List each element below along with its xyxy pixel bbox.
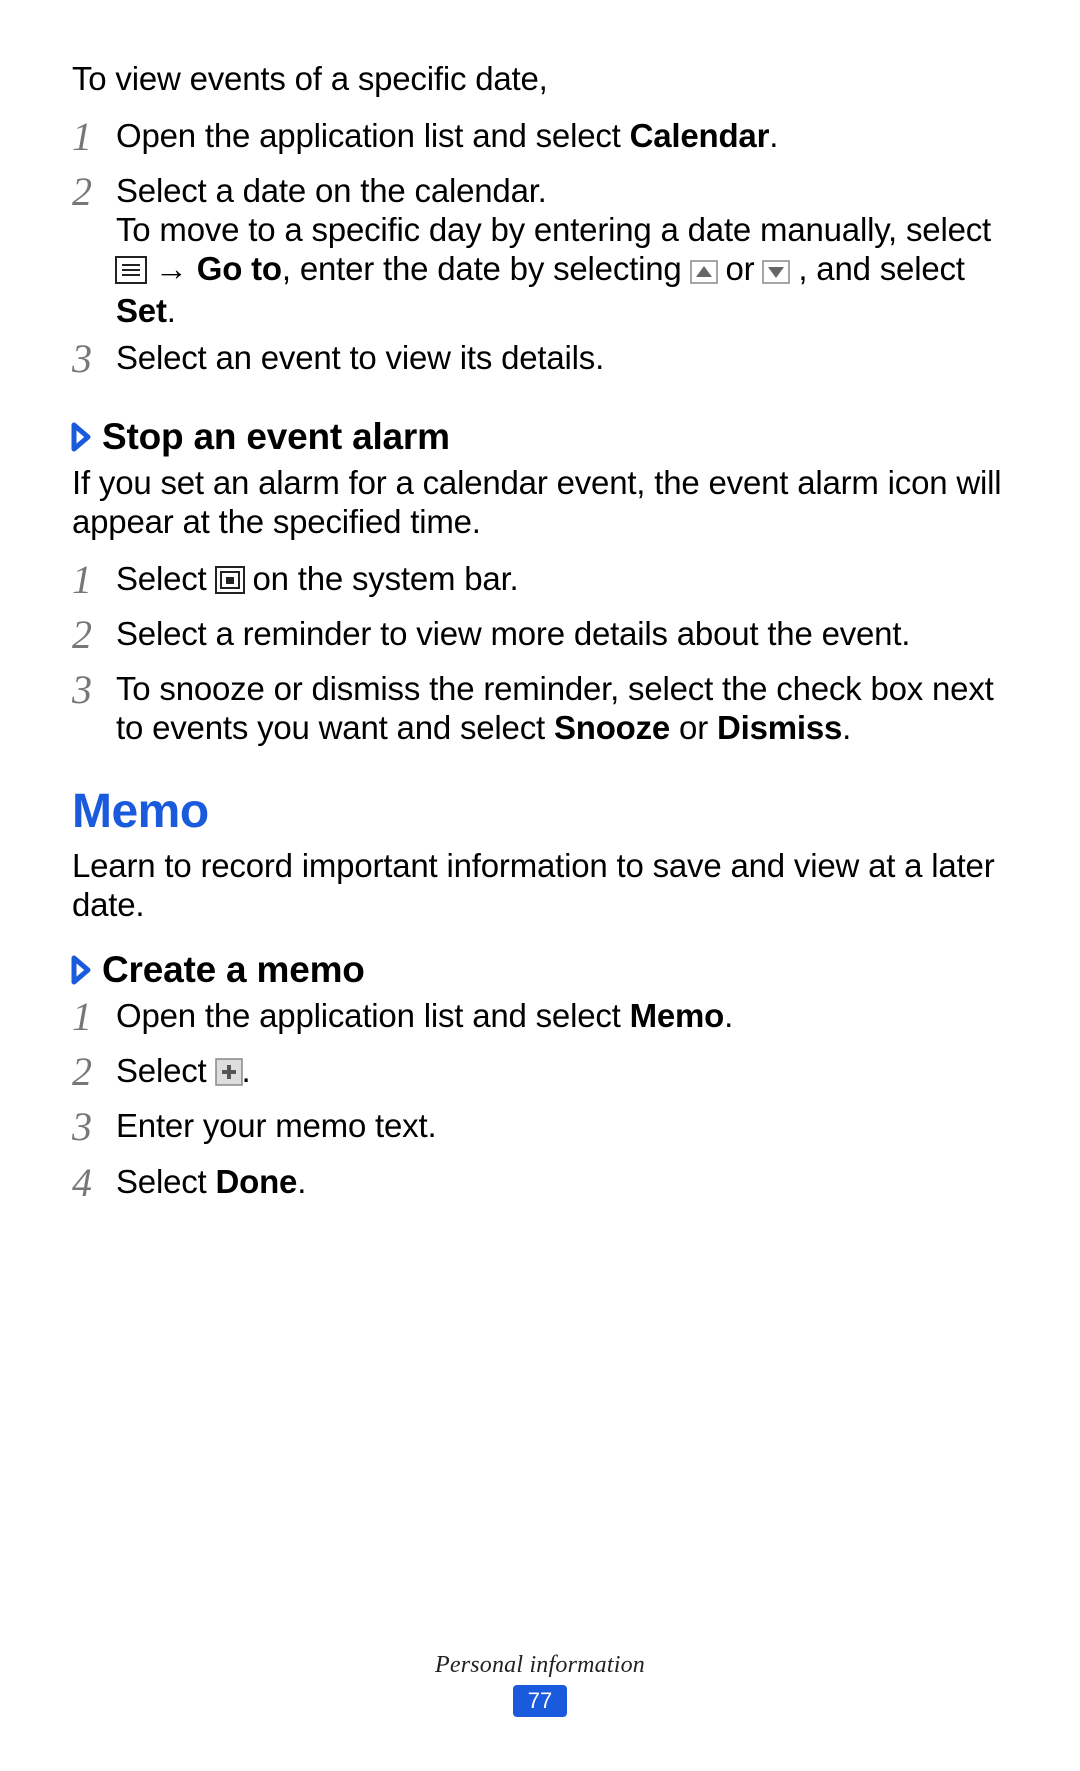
text: , enter the date by selecting — [282, 250, 691, 287]
step-number: 4 — [72, 1159, 116, 1206]
steps-view-events: 1 Open the application list and select C… — [72, 117, 1008, 386]
section-description: Learn to record important information to… — [72, 847, 1008, 925]
section-title-memo: Memo — [72, 784, 1008, 839]
text: Open the application list and select — [116, 117, 630, 154]
steps-create-memo: 1 Open the application list and select M… — [72, 997, 1008, 1210]
bold-set: Set — [116, 292, 167, 329]
arrow-down-icon — [763, 253, 789, 292]
step-3: 3 Enter your memo text. — [72, 1107, 1008, 1154]
step-3: 3 Select an event to view its details. — [72, 339, 1008, 386]
text: . — [842, 709, 851, 746]
chevron-icon — [72, 423, 92, 451]
subheading-stop-alarm: Stop an event alarm — [72, 416, 1008, 458]
text: . — [769, 117, 778, 154]
step-body: Select . — [116, 1052, 1008, 1094]
plus-icon — [216, 1055, 242, 1094]
step-1: 1 Open the application list and select M… — [72, 997, 1008, 1044]
step-body: Open the application list and select Cal… — [116, 117, 1008, 156]
text: . — [167, 292, 176, 329]
bold-snooze: Snooze — [554, 709, 670, 746]
text: or — [717, 250, 764, 287]
step-3: 3 To snooze or dismiss the reminder, sel… — [72, 670, 1008, 748]
chevron-icon — [72, 956, 92, 984]
subheading-description: If you set an alarm for a calendar event… — [72, 464, 1008, 542]
step-body: Select a reminder to view more details a… — [116, 615, 1008, 654]
step-number: 1 — [72, 113, 116, 160]
text: Select — [116, 1163, 216, 1200]
step-number: 2 — [72, 611, 116, 658]
step-number: 3 — [72, 666, 116, 713]
text: on the system bar. — [244, 560, 519, 597]
intro-text: To view events of a specific date, — [72, 60, 1008, 99]
bold-calendar: Calendar — [630, 117, 770, 154]
manual-page: To view events of a specific date, 1 Ope… — [0, 0, 1080, 1771]
bold-goto: Go to — [197, 250, 282, 287]
step-number: 2 — [72, 1048, 116, 1095]
arrow-up-icon — [691, 253, 717, 292]
step-2: 2 Select . — [72, 1052, 1008, 1099]
subheading-label: Stop an event alarm — [102, 416, 450, 458]
step-number: 3 — [72, 1103, 116, 1150]
step-number: 2 — [72, 168, 116, 215]
bold-memo: Memo — [630, 997, 725, 1034]
bold-done: Done — [216, 1163, 298, 1200]
text: or — [670, 709, 717, 746]
step-body: Enter your memo text. — [116, 1107, 1008, 1146]
calendar-notification-icon — [216, 563, 244, 602]
step-1: 1 Select on the system bar. — [72, 560, 1008, 607]
step-2: 2 Select a date on the calendar. To move… — [72, 172, 1008, 331]
text: To move to a specific day by entering a … — [116, 211, 991, 248]
footer-section-label: Personal information — [0, 1652, 1080, 1679]
subheading-label: Create a memo — [102, 949, 365, 991]
step-body: Select Done. — [116, 1163, 1008, 1202]
step-1: 1 Open the application list and select C… — [72, 117, 1008, 164]
page-number: 77 — [513, 1685, 567, 1717]
step-body: Select on the system bar. — [116, 560, 1008, 602]
menu-icon — [116, 253, 146, 292]
text: . — [297, 1163, 306, 1200]
text: Select a date on the calendar. — [116, 172, 547, 209]
text: Select — [116, 560, 216, 597]
step-2: 2 Select a reminder to view more details… — [72, 615, 1008, 662]
subheading-create-memo: Create a memo — [72, 949, 1008, 991]
step-number: 1 — [72, 993, 116, 1040]
step-body: To snooze or dismiss the reminder, selec… — [116, 670, 1008, 748]
text: , and select — [789, 250, 964, 287]
step-4: 4 Select Done. — [72, 1163, 1008, 1210]
bold-dismiss: Dismiss — [717, 709, 842, 746]
step-body: Select a date on the calendar. To move t… — [116, 172, 1008, 331]
text: Open the application list and select — [116, 997, 630, 1034]
text: . — [724, 997, 733, 1034]
text: Select — [116, 1052, 216, 1089]
text: → — [146, 250, 197, 287]
step-number: 1 — [72, 556, 116, 603]
step-number: 3 — [72, 335, 116, 382]
step-body: Select an event to view its details. — [116, 339, 1008, 378]
text: . — [242, 1052, 251, 1089]
step-body: Open the application list and select Mem… — [116, 997, 1008, 1036]
steps-stop-alarm: 1 Select on the system bar. 2 Select a r… — [72, 560, 1008, 748]
page-footer: Personal information 77 — [0, 1652, 1080, 1717]
